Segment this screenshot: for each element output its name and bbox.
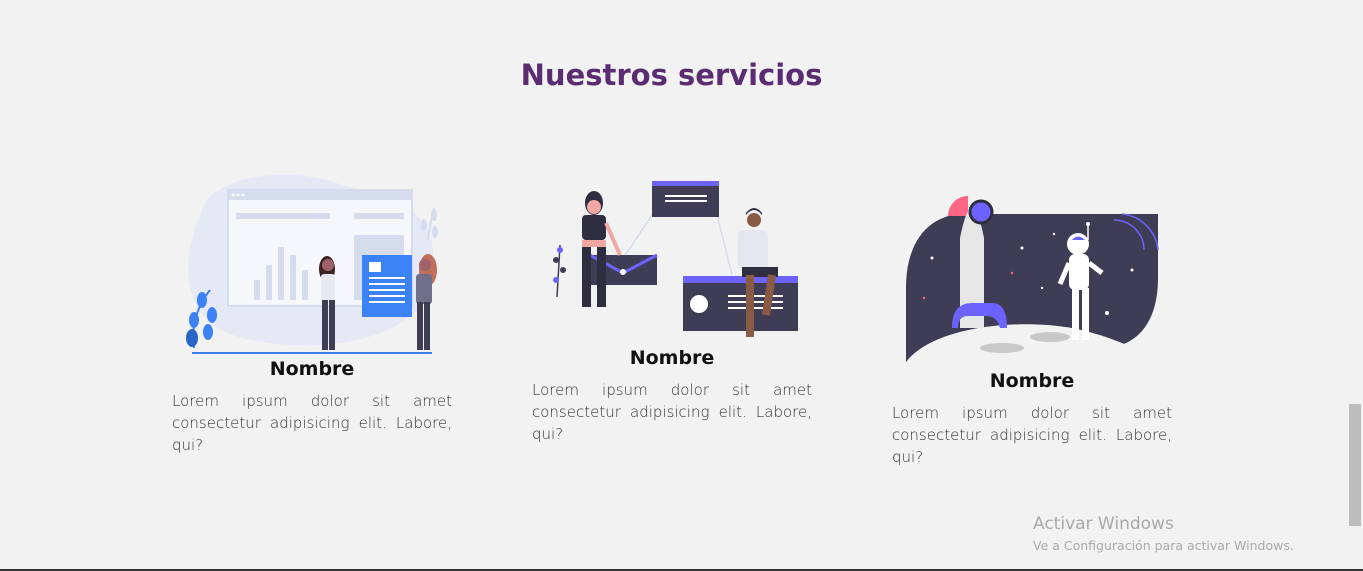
watermark-line2: Ve a Configuración para activar Windows. bbox=[1033, 538, 1294, 553]
mail-collaboration-illustration bbox=[553, 181, 798, 337]
service-title: Nombre bbox=[989, 370, 1075, 392]
section-title: Nuestros servicios bbox=[520, 58, 823, 92]
service-description: Lorem ipsum dolor sit amet consectetur a… bbox=[892, 404, 1172, 466]
service-card-3: Nombre Lorem ipsum dolor sit amet consec… bbox=[892, 178, 1172, 468]
scrollbar-thumb[interactable] bbox=[1349, 404, 1361, 526]
watermark-line1: Activar Windows bbox=[1033, 514, 1174, 534]
astronaut-rocket-illustration bbox=[906, 196, 1159, 362]
service-card-1: Nombre Lorem ipsum dolor sit amet consec… bbox=[172, 170, 452, 456]
windows-activation-watermark: Activar Windows Ve a Configuración para … bbox=[1033, 514, 1294, 553]
service-card-2: Nombre Lorem ipsum dolor sit amet consec… bbox=[532, 175, 812, 445]
team-dashboard-illustration bbox=[186, 174, 438, 354]
service-description: Lorem ipsum dolor sit amet consectetur a… bbox=[172, 392, 452, 454]
service-title: Nombre bbox=[629, 347, 715, 369]
service-title: Nombre bbox=[269, 358, 355, 380]
service-description: Lorem ipsum dolor sit amet consectetur a… bbox=[532, 381, 812, 443]
